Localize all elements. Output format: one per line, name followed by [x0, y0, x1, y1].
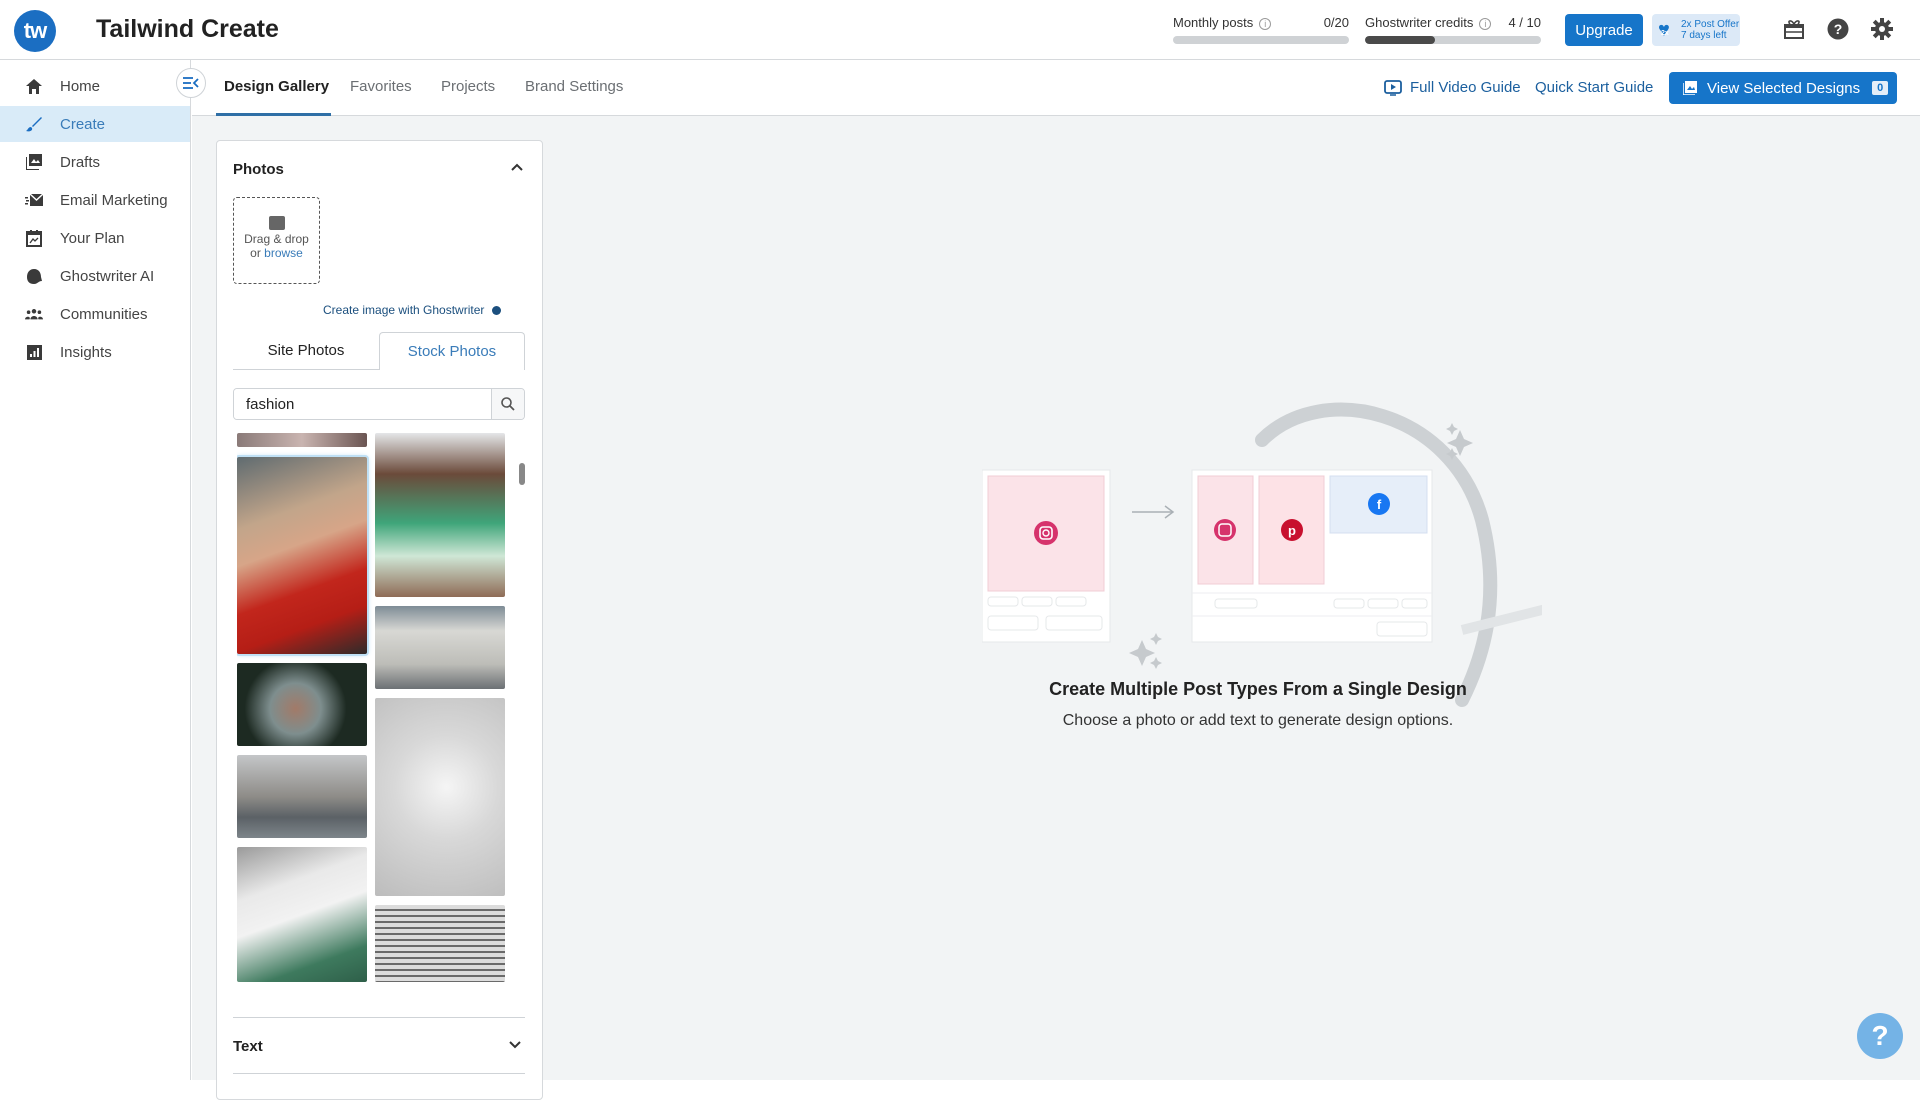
email-icon — [25, 191, 43, 209]
ghostwriter-credits-usage: Ghostwriter credits i 4 / 10 — [1365, 15, 1541, 44]
tailwind-logo[interactable]: tw — [14, 10, 56, 52]
svg-text:p: p — [1288, 523, 1296, 538]
sidebar-item-label: Communities — [60, 305, 148, 323]
ghostwriter-credits-fill — [1365, 36, 1436, 44]
main-area: Design Gallery Favorites Projects Brand … — [192, 60, 1920, 1100]
sidebar-item-create[interactable]: Create — [0, 106, 190, 142]
monthly-posts-usage: Monthly posts i 0/20 — [1173, 15, 1349, 44]
svg-text:f: f — [1377, 497, 1382, 512]
arrow-icon — [1132, 505, 1175, 519]
sidebar-item-label: Ghostwriter AI — [60, 267, 155, 285]
calendar-icon — [25, 229, 43, 247]
multi-design-card: p f — [1191, 469, 1433, 643]
communities-icon — [25, 305, 43, 323]
monthly-posts-label: Monthly posts — [1173, 15, 1254, 30]
top-header: tw Tailwind Create Monthly posts i 0/20 G… — [0, 0, 1920, 60]
settings-icon[interactable] — [1870, 17, 1894, 41]
ghostwriter-credits-label: Ghostwriter credits — [1365, 15, 1474, 30]
ghostwriter-credits-value: 4 / 10 — [1508, 15, 1541, 30]
empty-state-subtitle: Choose a photo or add text to generate d… — [1062, 712, 1454, 729]
info-icon[interactable]: i — [1259, 18, 1272, 30]
monthly-posts-value: 0/20 — [1323, 15, 1349, 30]
monthly-posts-bar — [1173, 36, 1349, 44]
single-design-card — [982, 469, 1111, 643]
ghostwriter-credits-bar — [1365, 36, 1541, 44]
upgrade-button[interactable]: Upgrade — [1565, 14, 1643, 46]
sidebar-item-email-marketing[interactable]: Email Marketing — [0, 182, 190, 218]
sidebar-item-label: Email Marketing — [60, 191, 168, 209]
app-title: Tailwind Create — [96, 15, 279, 43]
collapse-sidebar-button[interactable] — [176, 68, 206, 98]
post-offer-badge[interactable]: ♥ 2x 2x Post Offer 7 days left — [1652, 14, 1740, 46]
sidebar-item-label: Your Plan — [60, 229, 125, 247]
sidebar-item-your-plan[interactable]: Your Plan — [0, 220, 190, 256]
sidebar-item-label: Drafts — [60, 153, 101, 171]
help-chat-button[interactable]: ? — [1857, 1013, 1903, 1059]
sidebar-item-label: Home — [60, 77, 101, 95]
sidebar-item-communities[interactable]: Communities — [0, 296, 190, 332]
heart-icon: ♥ 2x — [1658, 19, 1670, 41]
sidebar-item-home[interactable]: Home — [0, 68, 190, 104]
home-icon — [25, 77, 43, 95]
drafts-icon — [25, 153, 43, 171]
instagram-icon — [1214, 519, 1236, 541]
sidebar-item-ghostwriter-ai[interactable]: Ghostwriter AI — [0, 258, 190, 294]
collapse-menu-icon — [183, 77, 199, 89]
sidebar-item-insights[interactable]: Insights — [0, 334, 190, 370]
ghostwriter-icon — [25, 267, 43, 285]
info-icon[interactable]: i — [1479, 18, 1492, 30]
offer-line2: 7 days left — [1681, 30, 1727, 41]
sidebar-item-label: Create — [60, 115, 106, 133]
help-icon[interactable]: ? — [1826, 17, 1850, 41]
empty-state-title: Create Multiple Post Types From a Single… — [1049, 679, 1467, 699]
gift-icon[interactable] — [1782, 17, 1806, 41]
multi-post-illustration: p f — [982, 402, 1542, 707]
sidebar-item-drafts[interactable]: Drafts — [0, 144, 190, 180]
insights-icon — [25, 343, 43, 361]
offer-line1: 2x Post Offer — [1681, 19, 1740, 30]
sidebar-item-label: Insights — [60, 343, 112, 361]
empty-state: p f Create Multiple Post Types From a Si… — [192, 60, 1920, 1080]
sidebar: Home Create Drafts Email Marketing Your … — [0, 60, 191, 1080]
svg-text:?: ? — [1834, 21, 1843, 37]
brush-icon — [25, 115, 43, 133]
instagram-icon — [1034, 521, 1058, 545]
